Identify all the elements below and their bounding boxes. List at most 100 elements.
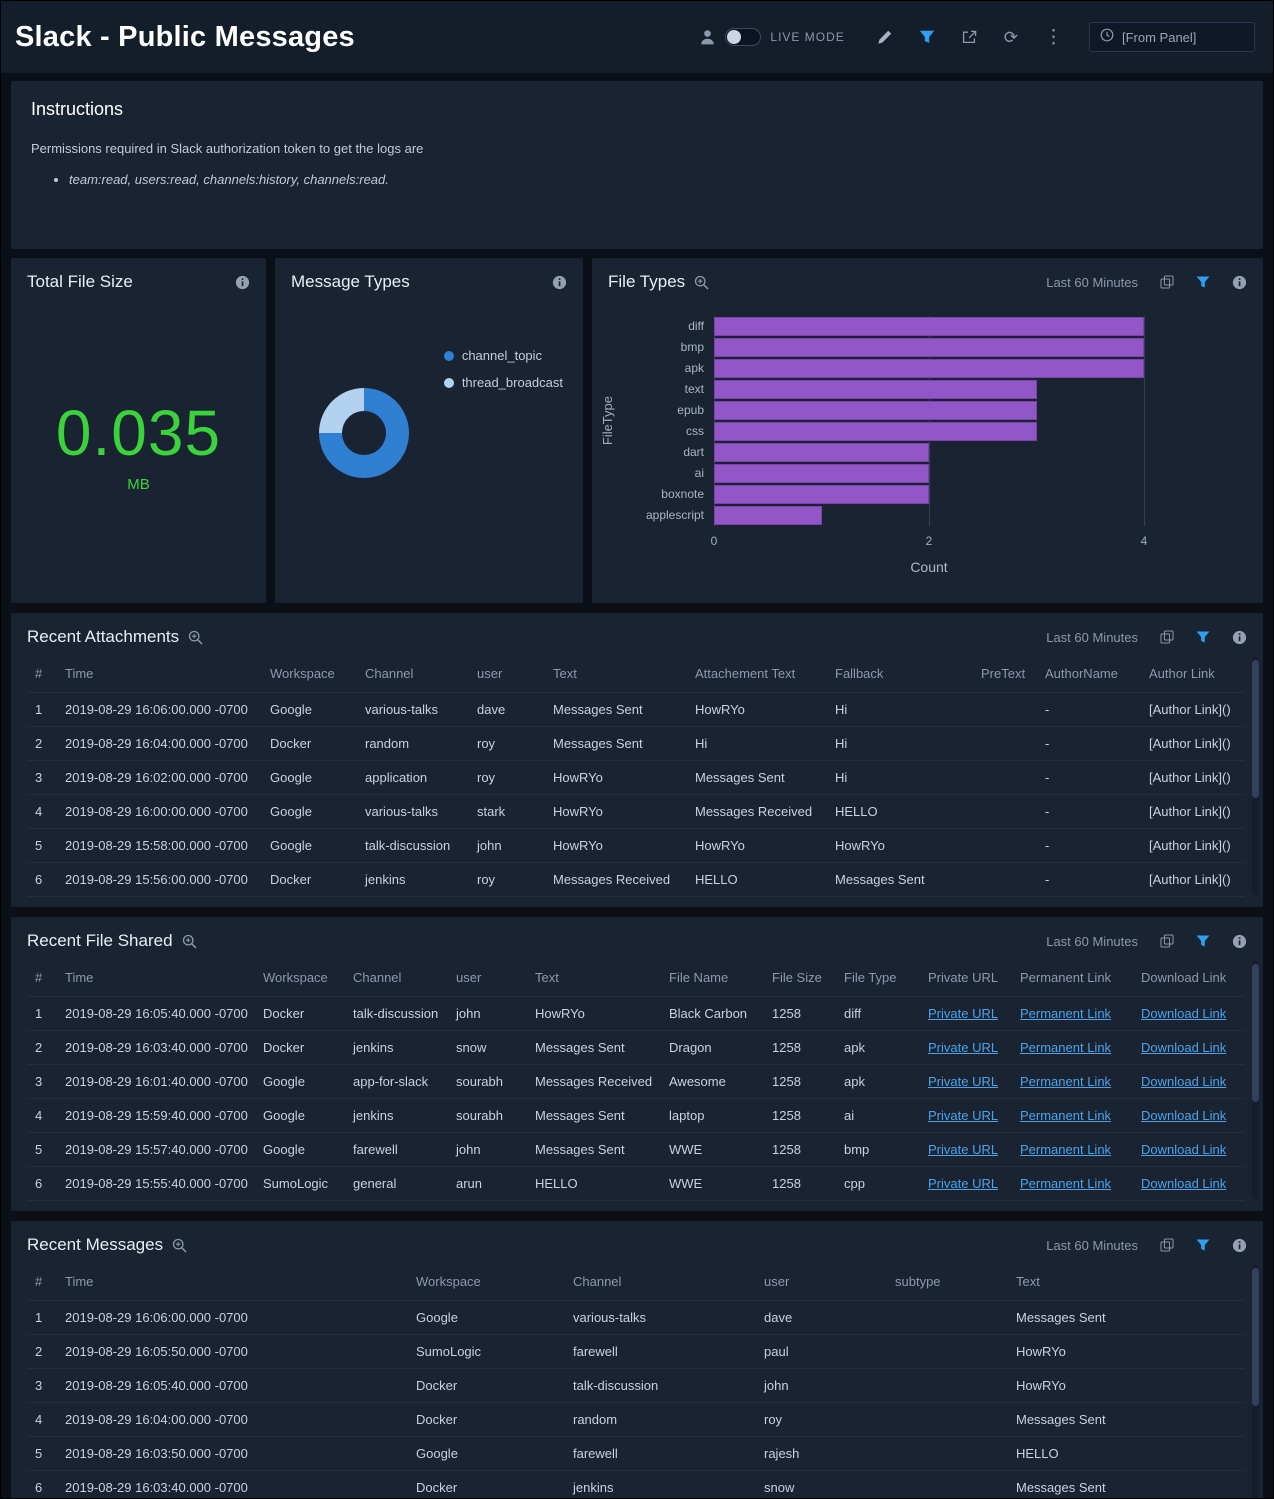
column-header[interactable]: Download Link bbox=[1133, 959, 1245, 997]
table-link[interactable]: Download Link bbox=[1141, 1142, 1226, 1157]
table-link[interactable]: Download Link bbox=[1141, 1108, 1226, 1123]
table-row[interactable]: 62019-08-29 16:03:40.000 -0700Dockerjenk… bbox=[27, 1471, 1245, 1499]
column-header[interactable]: Author Link bbox=[1141, 655, 1245, 693]
zoom-in-icon[interactable] bbox=[172, 1238, 187, 1253]
bar-apk[interactable] bbox=[714, 359, 1144, 378]
column-header[interactable]: subtype bbox=[887, 1263, 1008, 1301]
table-link[interactable]: Permanent Link bbox=[1020, 1142, 1111, 1157]
table-row[interactable]: 62019-08-29 15:56:00.000 -0700Dockerjenk… bbox=[27, 863, 1245, 897]
table-link[interactable]: Download Link bbox=[1141, 1074, 1226, 1089]
copy-icon[interactable] bbox=[1160, 934, 1174, 948]
legend-item[interactable]: thread_broadcast bbox=[444, 375, 563, 390]
table-row[interactable]: 22019-08-29 16:03:40.000 -0700Dockerjenk… bbox=[27, 1031, 1245, 1065]
table-link[interactable]: Private URL bbox=[928, 1176, 998, 1191]
table-row[interactable]: 12019-08-29 16:06:00.000 -0700Googlevari… bbox=[27, 693, 1245, 727]
column-header[interactable]: File Name bbox=[661, 959, 764, 997]
column-header[interactable]: PreText bbox=[973, 655, 1037, 693]
table-link[interactable]: Private URL bbox=[928, 1006, 998, 1021]
filter-funnel-icon[interactable] bbox=[1196, 631, 1210, 644]
column-header[interactable]: Time bbox=[57, 959, 255, 997]
bar-text[interactable] bbox=[714, 380, 1037, 399]
column-header[interactable]: Time bbox=[57, 1263, 408, 1301]
table-link[interactable]: Permanent Link bbox=[1020, 1108, 1111, 1123]
filter-funnel-icon[interactable] bbox=[919, 30, 935, 45]
info-icon[interactable] bbox=[1232, 1238, 1247, 1253]
table-link[interactable]: Download Link bbox=[1141, 1006, 1226, 1021]
column-header[interactable]: Text bbox=[527, 959, 661, 997]
column-header[interactable]: Attachement Text bbox=[687, 655, 827, 693]
scrollbar-thumb[interactable] bbox=[1252, 1268, 1259, 1406]
column-header[interactable]: File Type bbox=[836, 959, 920, 997]
bar-epub[interactable] bbox=[714, 401, 1037, 420]
column-header[interactable]: Text bbox=[1008, 1263, 1245, 1301]
table-row[interactable]: 62019-08-29 15:55:40.000 -0700SumoLogicg… bbox=[27, 1167, 1245, 1201]
column-header[interactable]: File Size bbox=[764, 959, 836, 997]
bar-dart[interactable] bbox=[714, 443, 929, 462]
column-header[interactable]: # bbox=[27, 959, 57, 997]
column-header[interactable]: Workspace bbox=[255, 959, 345, 997]
table-link[interactable]: Permanent Link bbox=[1020, 1040, 1111, 1055]
time-range-picker[interactable]: [From Panel] bbox=[1089, 22, 1255, 52]
column-header[interactable]: Channel bbox=[357, 655, 469, 693]
bar-boxnote[interactable] bbox=[714, 485, 929, 504]
table-link[interactable]: Download Link bbox=[1141, 1176, 1226, 1191]
column-header[interactable]: Workspace bbox=[262, 655, 357, 693]
column-header[interactable]: Private URL bbox=[920, 959, 1012, 997]
bar-applescript[interactable] bbox=[714, 506, 822, 525]
table-row[interactable]: 32019-08-29 16:01:40.000 -0700Googleapp-… bbox=[27, 1065, 1245, 1099]
column-header[interactable]: Channel bbox=[565, 1263, 756, 1301]
table-row[interactable]: 52019-08-29 16:03:50.000 -0700Googlefare… bbox=[27, 1437, 1245, 1471]
zoom-in-icon[interactable] bbox=[182, 934, 197, 949]
share-icon[interactable] bbox=[961, 29, 978, 45]
table-row[interactable]: 12019-08-29 16:06:00.000 -0700Googlevari… bbox=[27, 1301, 1245, 1335]
table-row[interactable]: 52019-08-29 15:57:40.000 -0700Googlefare… bbox=[27, 1133, 1245, 1167]
column-header[interactable]: Channel bbox=[345, 959, 448, 997]
info-icon[interactable] bbox=[235, 275, 250, 290]
column-header[interactable]: user bbox=[756, 1263, 887, 1301]
info-icon[interactable] bbox=[1232, 934, 1247, 949]
copy-icon[interactable] bbox=[1160, 630, 1174, 644]
column-header[interactable]: user bbox=[448, 959, 527, 997]
refresh-icon[interactable]: ⟳ bbox=[1004, 29, 1018, 46]
table-row[interactable]: 52019-08-29 15:58:00.000 -0700Googletalk… bbox=[27, 829, 1245, 863]
table-row[interactable]: 12019-08-29 16:05:40.000 -0700Dockertalk… bbox=[27, 997, 1245, 1031]
table-row[interactable]: 22019-08-29 16:05:50.000 -0700SumoLogicf… bbox=[27, 1335, 1245, 1369]
zoom-in-icon[interactable] bbox=[188, 630, 203, 645]
message-types-donut[interactable] bbox=[319, 388, 409, 478]
column-header[interactable]: Fallback bbox=[827, 655, 973, 693]
scrollbar-thumb[interactable] bbox=[1252, 660, 1259, 798]
edit-pencil-icon[interactable] bbox=[877, 29, 893, 45]
table-row[interactable]: 22019-08-29 16:04:00.000 -0700Dockerrand… bbox=[27, 727, 1245, 761]
copy-icon[interactable] bbox=[1160, 275, 1174, 289]
filter-funnel-icon[interactable] bbox=[1196, 276, 1210, 289]
table-row[interactable]: 42019-08-29 16:04:00.000 -0700Dockerrand… bbox=[27, 1403, 1245, 1437]
column-header[interactable]: user bbox=[469, 655, 545, 693]
bar-diff[interactable] bbox=[714, 317, 1144, 336]
column-header[interactable]: Time bbox=[57, 655, 262, 693]
info-icon[interactable] bbox=[1232, 275, 1247, 290]
user-icon[interactable] bbox=[700, 29, 715, 45]
kebab-menu-icon[interactable]: ⋮ bbox=[1044, 28, 1063, 47]
table-row[interactable]: 32019-08-29 16:02:00.000 -0700Googleappl… bbox=[27, 761, 1245, 795]
table-link[interactable]: Permanent Link bbox=[1020, 1006, 1111, 1021]
bar-css[interactable] bbox=[714, 422, 1037, 441]
live-mode-toggle[interactable] bbox=[725, 28, 761, 46]
filter-funnel-icon[interactable] bbox=[1196, 1239, 1210, 1252]
column-header[interactable]: AuthorName bbox=[1037, 655, 1141, 693]
table-scrollbar[interactable] bbox=[1252, 1265, 1259, 1499]
table-row[interactable]: 42019-08-29 16:00:00.000 -0700Googlevari… bbox=[27, 795, 1245, 829]
column-header[interactable]: Workspace bbox=[408, 1263, 565, 1301]
table-row[interactable]: 32019-08-29 16:05:40.000 -0700Dockertalk… bbox=[27, 1369, 1245, 1403]
table-scrollbar[interactable] bbox=[1252, 961, 1259, 1199]
info-icon[interactable] bbox=[552, 275, 567, 290]
copy-icon[interactable] bbox=[1160, 1238, 1174, 1252]
table-scrollbar[interactable] bbox=[1252, 657, 1259, 895]
column-header[interactable]: Permanent Link bbox=[1012, 959, 1133, 997]
column-header[interactable]: Text bbox=[545, 655, 687, 693]
filter-funnel-icon[interactable] bbox=[1196, 935, 1210, 948]
column-header[interactable]: # bbox=[27, 655, 57, 693]
bar-ai[interactable] bbox=[714, 464, 929, 483]
table-row[interactable]: 42019-08-29 15:59:40.000 -0700Googlejenk… bbox=[27, 1099, 1245, 1133]
table-link[interactable]: Private URL bbox=[928, 1142, 998, 1157]
info-icon[interactable] bbox=[1232, 630, 1247, 645]
